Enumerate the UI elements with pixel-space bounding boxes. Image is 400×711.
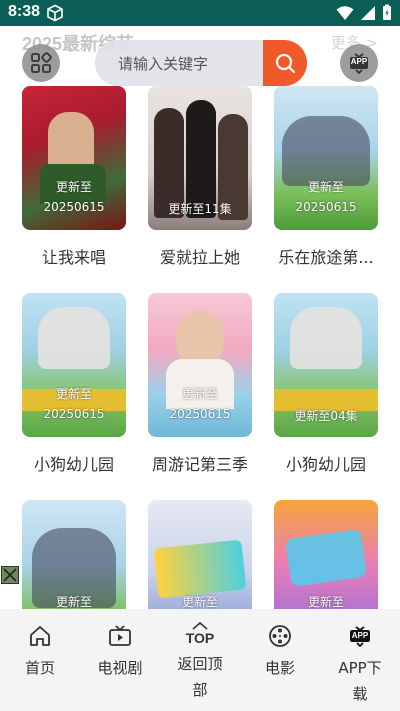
poster-image[interactable]: 更新至 bbox=[274, 500, 378, 609]
update-label: 更新至11集 bbox=[168, 202, 232, 216]
poster-image[interactable]: 更新至 bbox=[148, 500, 252, 609]
battery-icon bbox=[383, 4, 391, 20]
notification-cube-icon bbox=[47, 4, 63, 22]
poster-image[interactable]: 更新至 bbox=[22, 500, 126, 609]
video-title[interactable]: 小狗幼儿园 bbox=[266, 451, 386, 475]
update-date: 20250615 bbox=[43, 200, 105, 214]
poster-image[interactable]: 更新至 20250615 bbox=[274, 86, 378, 230]
poster-image[interactable]: 更新至 20250615 bbox=[148, 293, 252, 437]
update-label: 更新至 bbox=[307, 180, 344, 194]
search-input[interactable]: 请输入关键字 bbox=[118, 53, 208, 74]
search-icon bbox=[275, 53, 296, 74]
video-title[interactable]: 乐在旅途第... bbox=[266, 244, 386, 268]
update-label: 更新至 bbox=[307, 595, 344, 609]
tab-label-line: 载 bbox=[352, 685, 368, 703]
tab-label-line: APP下 bbox=[338, 659, 382, 677]
update-label: 更新至 bbox=[55, 180, 92, 194]
update-date: 20250615 bbox=[295, 200, 357, 214]
close-icon bbox=[3, 568, 17, 582]
poster-group bbox=[38, 307, 110, 369]
tab-label: 电视剧 bbox=[97, 659, 143, 677]
content-area[interactable]: 2025最新综艺 更多 > 更新至 20250615 让我来唱 更新至11集 爱… bbox=[0, 26, 400, 609]
video-title[interactable]: 爱就拉上她 bbox=[140, 244, 260, 268]
poster-image[interactable]: 更新至11集 bbox=[148, 86, 252, 230]
poster-logo bbox=[153, 539, 247, 599]
chevron-up-icon bbox=[192, 622, 208, 630]
app-badge-text: APP bbox=[351, 631, 369, 640]
tab-label-line: 返回顶 bbox=[177, 655, 223, 673]
update-date: 20250615 bbox=[43, 407, 105, 421]
poster-group bbox=[290, 307, 362, 369]
update-label: 更新至 bbox=[55, 595, 92, 609]
app-badge-text: APP bbox=[350, 57, 368, 66]
tab-label: 首页 bbox=[24, 659, 55, 677]
tab-movies[interactable]: 电影 bbox=[240, 609, 320, 711]
tab-app-download[interactable]: APP APP下 载 bbox=[320, 609, 400, 711]
status-bar: 8:38 bbox=[0, 0, 400, 26]
grid-menu-icon bbox=[31, 52, 52, 73]
top-bar: 请输入关键字 APP bbox=[0, 40, 400, 94]
poster-image[interactable]: 更新至 20250615 bbox=[22, 293, 126, 437]
video-title[interactable]: 让我来唱 bbox=[14, 244, 134, 268]
poster-image[interactable]: 更新至 20250615 bbox=[22, 86, 126, 230]
status-time: 8:38 bbox=[8, 3, 41, 20]
tv-icon bbox=[109, 625, 131, 646]
tab-home[interactable]: 首页 bbox=[0, 609, 80, 711]
tab-label-line: 部 bbox=[192, 681, 208, 699]
search-button[interactable] bbox=[263, 40, 307, 86]
poster-image[interactable]: 更新至04集 bbox=[274, 293, 378, 437]
update-label: 更新至 bbox=[55, 387, 92, 401]
bottom-tab-bar: 首页 电视剧 TOP 返回顶 部 电影 APP APP下 载 bbox=[0, 609, 400, 711]
update-label: 更新至 bbox=[181, 595, 218, 609]
poster-group bbox=[282, 116, 370, 186]
home-icon bbox=[30, 626, 50, 646]
update-date: 20250615 bbox=[169, 407, 231, 421]
video-title[interactable]: 周游记第三季 bbox=[140, 451, 260, 475]
update-label: 更新至04集 bbox=[294, 409, 358, 423]
video-title[interactable]: 小狗幼儿园 bbox=[14, 451, 134, 475]
tab-tv-series[interactable]: 电视剧 bbox=[80, 609, 160, 711]
tab-label: 电影 bbox=[264, 659, 295, 677]
search-bar[interactable]: 请输入关键字 bbox=[95, 40, 307, 86]
update-label: 更新至 bbox=[181, 387, 218, 401]
app-download-top-button[interactable]: APP bbox=[340, 44, 378, 82]
film-reel-icon bbox=[269, 625, 291, 647]
top-text: TOP bbox=[185, 630, 215, 646]
tab-label: 返回顶 部 bbox=[177, 651, 222, 703]
category-button[interactable] bbox=[22, 44, 60, 82]
tab-label: APP下 载 bbox=[338, 655, 381, 707]
floating-close-button[interactable] bbox=[1, 566, 19, 584]
tab-back-to-top[interactable]: TOP 返回顶 部 bbox=[160, 609, 240, 711]
cellular-signal-icon bbox=[361, 5, 375, 20]
wifi-icon bbox=[336, 5, 354, 20]
